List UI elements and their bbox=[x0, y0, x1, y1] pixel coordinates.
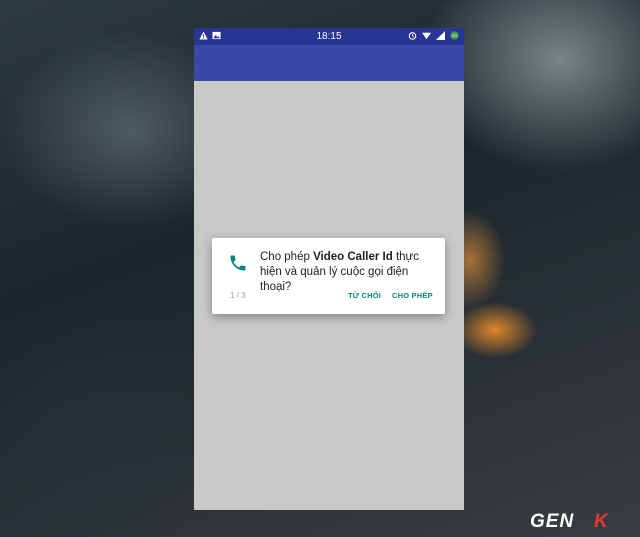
svg-text:50: 50 bbox=[452, 33, 457, 38]
app-bar bbox=[194, 45, 464, 81]
app-name: Video Caller Id bbox=[313, 251, 393, 263]
message-prefix: Cho phép bbox=[260, 251, 314, 263]
wifi-icon bbox=[422, 32, 431, 40]
signal-icon bbox=[436, 31, 445, 40]
allow-button[interactable]: CHO PHÉP bbox=[392, 291, 433, 300]
svg-text:K: K bbox=[594, 511, 609, 531]
svg-text:GEN: GEN bbox=[530, 511, 574, 531]
dialog-message: Cho phép Video Caller Id thực hiện và qu… bbox=[260, 250, 438, 295]
battery-icon: 50 bbox=[450, 31, 459, 40]
status-right-icons: 50 bbox=[408, 31, 459, 40]
permission-counter: 1 / 3 bbox=[230, 291, 246, 300]
permission-dialog: Cho phép Video Caller Id thực hiện và qu… bbox=[212, 238, 445, 314]
phone-icon bbox=[230, 255, 246, 271]
genk-logo: GEN K bbox=[530, 511, 609, 531]
alarm-icon bbox=[408, 32, 417, 40]
status-bar: 18:15 50 bbox=[194, 28, 464, 45]
deny-button[interactable]: TỪ CHỐI bbox=[348, 291, 381, 300]
